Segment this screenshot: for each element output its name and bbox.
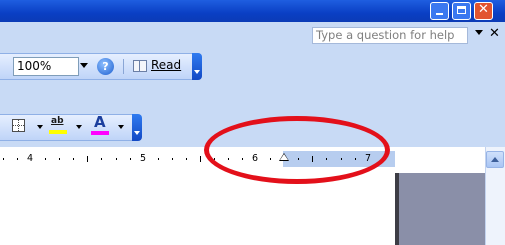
ruler-tick xyxy=(87,156,88,162)
ruler-number-4: 4 xyxy=(27,153,34,164)
page-margin-background xyxy=(399,173,485,245)
border-dropdown-arrow[interactable] xyxy=(37,125,43,129)
toolbar-options-grip[interactable] xyxy=(192,53,202,80)
minimize-button[interactable] xyxy=(430,2,449,20)
ruler-tick xyxy=(116,158,117,160)
toolbar-options-grip-2[interactable] xyxy=(132,114,142,141)
read-label: Read xyxy=(151,58,182,72)
ruler-number-5: 5 xyxy=(140,153,147,164)
zoom-select[interactable]: 100% xyxy=(13,57,79,76)
ruler-tick xyxy=(130,158,131,160)
ruler-tick xyxy=(17,158,18,160)
zoom-value: 100% xyxy=(17,59,52,73)
ruler-tick xyxy=(59,158,60,160)
ruler-tick xyxy=(158,158,159,160)
toolbar-separator xyxy=(123,59,124,74)
help-dropdown-arrow[interactable] xyxy=(475,30,483,35)
highlight-color-bar xyxy=(49,130,67,134)
ruler-tick xyxy=(200,156,201,162)
ruler-tick xyxy=(3,158,4,160)
close-icon: ✕ xyxy=(478,2,489,17)
ruler-tick xyxy=(73,158,74,160)
document-page[interactable] xyxy=(0,173,399,245)
ruler-tick xyxy=(101,158,102,160)
red-annotation-ellipse xyxy=(204,116,390,184)
font-color-dropdown-arrow[interactable] xyxy=(118,125,124,129)
zoom-dropdown-arrow[interactable] xyxy=(80,63,88,68)
help-icon[interactable]: ? xyxy=(97,58,114,75)
font-color-glyph: A xyxy=(94,113,106,131)
minimize-icon xyxy=(436,13,443,15)
ruler-tick xyxy=(186,158,187,160)
font-color-icon[interactable]: A xyxy=(89,114,111,136)
read-book-icon xyxy=(133,60,147,72)
help-search-input[interactable]: Type a question for help xyxy=(312,27,468,44)
border-icon[interactable] xyxy=(12,119,25,132)
ruler-tick xyxy=(45,158,46,160)
highlight-glyph: ab xyxy=(51,116,64,126)
highlight-icon[interactable]: ab xyxy=(49,116,69,135)
font-color-bar xyxy=(91,131,109,135)
highlight-dropdown-arrow[interactable] xyxy=(76,125,82,129)
maximize-button[interactable] xyxy=(452,2,471,20)
ruler-tick xyxy=(172,158,173,160)
maximize-icon xyxy=(457,6,466,14)
close-button[interactable]: ✕ xyxy=(474,2,493,20)
scroll-up-icon[interactable] xyxy=(486,151,504,168)
document-close-icon[interactable]: ✕ xyxy=(489,26,500,42)
